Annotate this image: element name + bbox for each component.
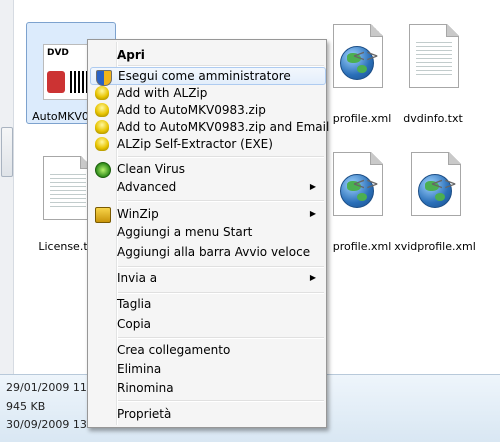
menu-separator — [118, 266, 324, 268]
winzip-icon — [95, 207, 111, 223]
menu-item-apri[interactable]: Apri — [90, 46, 324, 64]
menu-separator — [118, 400, 324, 402]
menu-item-winzip[interactable]: WinZip ▶ — [90, 205, 324, 223]
menu-item-properties[interactable]: Proprietà — [90, 405, 324, 423]
menu-item-add-with-alzip[interactable]: Add with ALZip — [90, 84, 324, 102]
submenu-arrow-icon: ▶ — [309, 182, 316, 191]
virus-icon — [95, 162, 111, 178]
context-menu: Apri Esegui come amministratore Add with… — [87, 39, 329, 428]
submenu-arrow-icon: ▶ — [309, 209, 316, 218]
xml-file-icon: <> — [327, 152, 387, 216]
vertical-scrollbar[interactable] — [0, 0, 14, 374]
xml-file-icon: <> — [405, 152, 465, 216]
file-size: 945 KB — [6, 400, 46, 413]
file-item-xml[interactable]: <> xvidprofile.xml — [390, 152, 480, 253]
menu-separator — [118, 156, 324, 158]
file-name: xvidprofile.xml — [394, 240, 476, 253]
xml-file-icon: <> — [327, 24, 387, 88]
menu-item-copy[interactable]: Copia — [90, 315, 324, 333]
menu-separator — [118, 292, 324, 294]
menu-item-create-shortcut[interactable]: Crea collegamento — [90, 341, 324, 359]
file-name: dvdinfo.txt — [403, 112, 463, 125]
dvd-icon-text: DVD — [47, 48, 69, 58]
menu-item-run-as-admin[interactable]: Esegui come amministratore — [90, 67, 326, 86]
menu-item-add-to-zip-email[interactable]: Add to AutoMKV0983.zip and Email — [90, 118, 329, 136]
menu-item-add-to-quick-launch[interactable]: Aggiungi alla barra Avvio veloce — [90, 243, 324, 261]
alzip-icon — [95, 86, 109, 100]
menu-item-advanced[interactable]: Advanced ▶ — [90, 178, 324, 196]
menu-separator — [118, 200, 324, 202]
alzip-icon — [95, 103, 109, 117]
menu-item-alzip-self-extractor[interactable]: ALZip Self-Extractor (EXE) — [90, 135, 324, 153]
submenu-arrow-icon: ▶ — [309, 273, 316, 282]
menu-separator — [118, 337, 324, 339]
text-file-icon — [403, 24, 463, 88]
alzip-icon — [95, 120, 109, 134]
menu-item-delete[interactable]: Elimina — [90, 360, 324, 378]
menu-item-send-to[interactable]: Invia a ▶ — [90, 269, 324, 287]
menu-item-add-to-start-menu[interactable]: Aggiungi a menu Start — [90, 223, 324, 241]
file-item-txt[interactable]: dvdinfo.txt — [388, 24, 478, 125]
menu-item-clean-virus[interactable]: Clean Virus — [90, 160, 324, 178]
scrollbar-thumb[interactable] — [1, 127, 13, 177]
alzip-icon — [95, 137, 109, 151]
menu-item-cut[interactable]: Taglia — [90, 295, 324, 313]
menu-item-add-to-zip[interactable]: Add to AutoMKV0983.zip — [90, 101, 324, 119]
menu-item-rename[interactable]: Rinomina — [90, 379, 324, 397]
